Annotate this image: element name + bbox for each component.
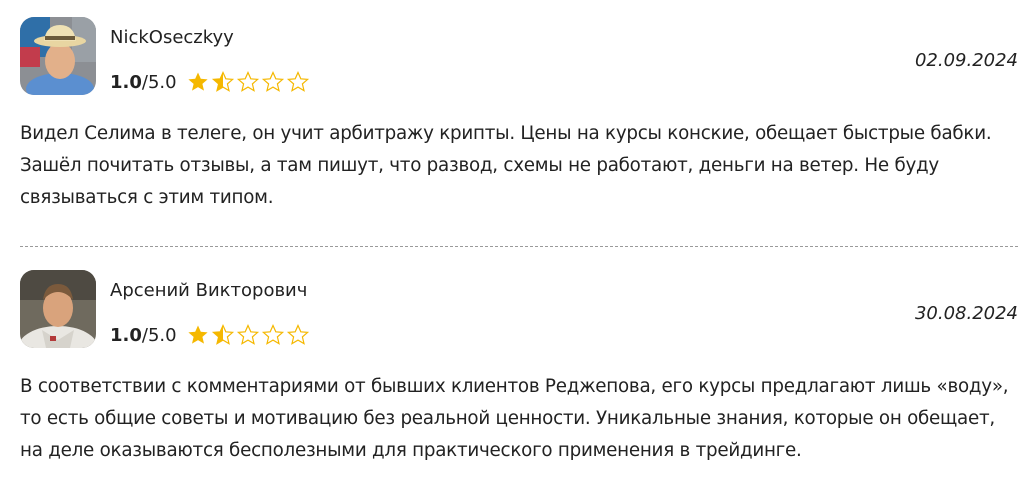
rating-max: /5.0 [141,324,177,346]
star-half-icon [211,323,235,347]
star-empty-icon [286,323,310,347]
star-empty-icon [261,323,285,347]
author-name: NickOseczkyy [110,27,234,48]
avatar-photo [20,270,96,348]
author-name: Арсений Викторович [110,280,308,301]
star-empty-icon [286,70,310,94]
review-text: В соответствии с комментариями от бывших… [20,376,1009,461]
avatar[interactable] [20,270,96,348]
review-divider [20,246,1018,247]
star-full-icon [186,70,210,94]
rating-score: 1.0 [110,324,142,346]
star-empty-icon [261,70,285,94]
star-empty-icon [236,70,260,94]
star-rating [186,323,311,347]
rating-score: 1.0 [110,71,142,93]
rating-max: /5.0 [141,71,177,93]
star-full-icon [186,323,210,347]
review-text: Видел Селима в телеге, он учит арбитражу… [20,123,992,208]
rating: 1.0/5.0 [110,67,311,97]
star-rating [186,70,311,94]
review-date: 02.09.2024 [914,50,1018,71]
star-empty-icon [236,323,260,347]
star-half-icon [211,70,235,94]
rating: 1.0/5.0 [110,320,311,350]
review-date: 30.08.2024 [914,303,1018,324]
avatar-photo [20,17,96,95]
avatar[interactable] [20,17,96,95]
